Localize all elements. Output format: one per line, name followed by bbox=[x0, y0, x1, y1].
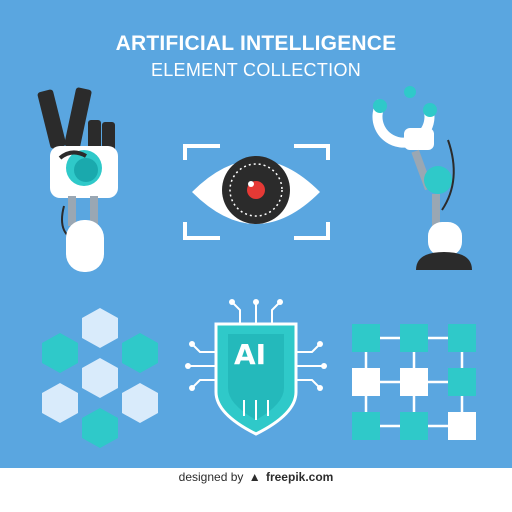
credit-prefix: designed by bbox=[178, 470, 244, 484]
hexagon-grid-icon bbox=[42, 308, 158, 448]
illustration-canvas bbox=[37, 86, 476, 448]
robot-arm-icon bbox=[372, 86, 472, 270]
eye-scanner-icon bbox=[183, 144, 330, 240]
credit-brand[interactable]: freepik.com bbox=[266, 470, 333, 484]
footer-credit: designed by ▲ freepik.com bbox=[0, 470, 512, 484]
network-grid-icon bbox=[352, 324, 476, 440]
freepik-logo-icon: ▲ bbox=[248, 470, 261, 484]
ai-badge-label: AI bbox=[233, 338, 267, 371]
robot-hand-icon bbox=[37, 87, 118, 272]
